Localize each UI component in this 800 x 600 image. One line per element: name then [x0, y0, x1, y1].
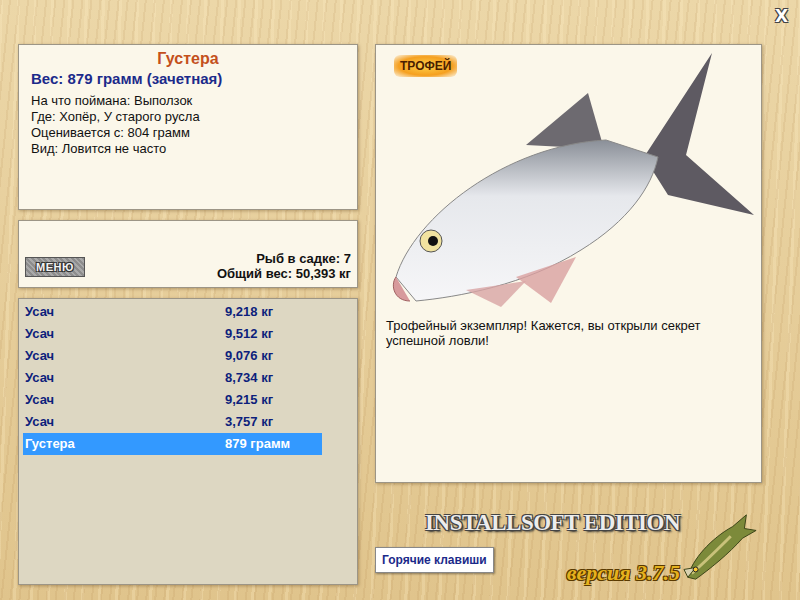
total-weight: Общий вес: 50,393 кг [217, 266, 351, 281]
catch-row[interactable]: Усач8,734 кг [23, 367, 322, 389]
logo-title: INSTALLSOFT EDITION [425, 509, 682, 542]
menu-button[interactable]: МЕНЮ [25, 257, 85, 278]
fish-picture [376, 45, 761, 310]
hotkeys-button[interactable]: Горячие клавиши [375, 547, 494, 573]
bottom-area: INSTALLSOFT EDITION Горячие клавиши версия… [375, 509, 762, 587]
catch-name: Усач [23, 389, 225, 411]
catch-name: Густера [23, 433, 225, 455]
fish-detail: Оценивается с: 804 грамм [31, 125, 345, 141]
catch-weight: 9,215 кг [225, 389, 273, 411]
catch-weight: 3,757 кг [225, 411, 273, 433]
catch-weight: 9,218 кг [225, 301, 273, 323]
fish-detail: На что поймана: Выползок [31, 93, 345, 109]
bottom-row: Горячие клавиши версия 3.7.5 [375, 542, 682, 587]
trophy-description: Трофейный экземпляр! Кажется, вы открыли… [376, 310, 761, 356]
catch-row[interactable]: Усач9,215 кг [23, 389, 322, 411]
catch-weight: 8,734 кг [225, 367, 273, 389]
catch-row[interactable]: Усач9,512 кг [23, 323, 322, 345]
trophy-panel: ТРОФЕЙ Трофейный экземпляр! Кажется, вы о… [375, 44, 762, 483]
catch-name: Усач [23, 323, 225, 345]
keepnet-summary: Рыб в садке: 7Общий вес: 50,393 кг [217, 251, 351, 281]
catch-row[interactable]: Усач9,218 кг [23, 301, 322, 323]
close-button[interactable]: X [771, 6, 792, 27]
catch-name: Усач [23, 301, 225, 323]
catch-weight: 9,512 кг [225, 323, 273, 345]
right-column: ТРОФЕЙ Трофейный экземпляр! Кажется, вы о… [375, 44, 762, 587]
keepnet-panel: МЕНЮ Рыб в садке: 7Общий вес: 50,393 кг [18, 220, 358, 288]
catch-name: Усач [23, 411, 225, 433]
fish-detail: Где: Хопёр, У старого русла [31, 109, 345, 125]
catch-row[interactable]: Усач9,076 кг [23, 345, 322, 367]
fish-weight: Вес: 879 грамм (зачетная) [31, 69, 345, 89]
catch-row[interactable]: Густера879 грамм [23, 433, 322, 455]
fish-info-panel: ГустераВес: 879 грамм (зачетная) На что п… [18, 44, 358, 210]
catch-window: XГустераВес: 879 грамм (зачетная)На что … [0, 0, 800, 600]
catch-row[interactable]: Усач3,757 кг [23, 411, 322, 433]
fish-picture-area: ТРОФЕЙ [376, 45, 761, 310]
fish-count: Рыб в садке: 7 [217, 251, 351, 266]
title-strip: X [0, 0, 800, 44]
fish-detail: Вид: Ловится не часто [31, 141, 345, 157]
catch-name: Усач [23, 367, 225, 389]
catch-name: Усач [23, 345, 225, 367]
catch-weight: 9,076 кг [225, 345, 273, 367]
catch-weight: 879 грамм [225, 433, 290, 455]
pike-logo-icon [682, 509, 760, 587]
left-column: ГустераВес: 879 грамм (зачетная)На что п… [18, 44, 358, 587]
trophy-badge: ТРОФЕЙ [394, 55, 457, 77]
logo-version: версия 3.7.5 [567, 559, 682, 587]
fish-name: Густера [31, 49, 345, 69]
catch-list: Усач9,218 кгУсач9,512 кгУсач9,076 кгУсач… [18, 298, 358, 585]
content-area: ГустераВес: 879 грамм (зачетная)На что п… [0, 44, 800, 587]
